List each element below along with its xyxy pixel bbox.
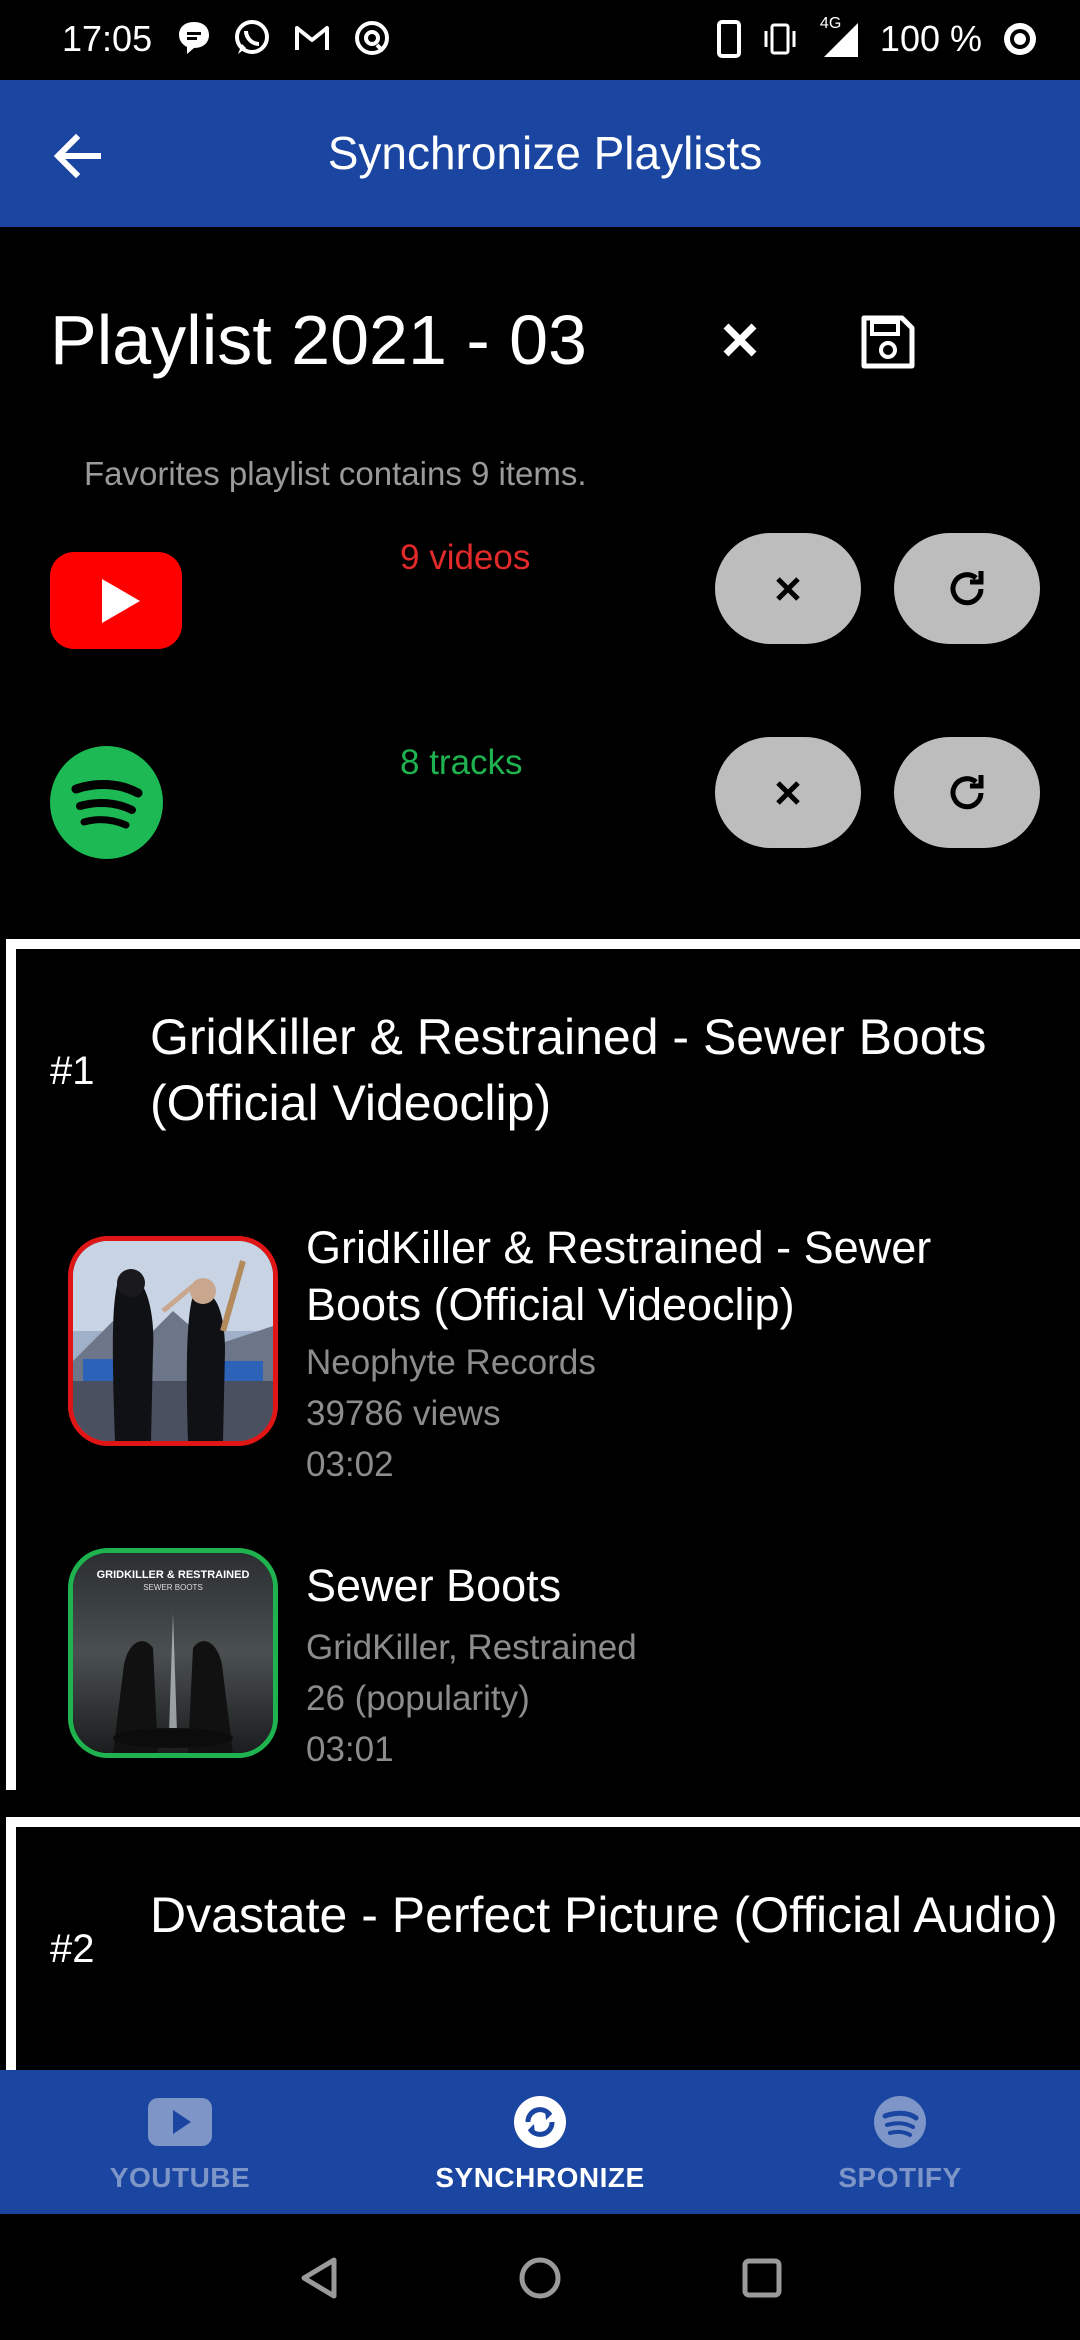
nav-spotify-label: SPOTIFY [838, 2162, 962, 2193]
close-icon [776, 780, 800, 805]
gmail-icon [295, 26, 329, 50]
cover-subtext: SEWER BOOTS [143, 1583, 203, 1592]
sync-item-card[interactable]: #1 GridKiller & Restrained - Sewer Boots… [6, 939, 1080, 1790]
page-title: Synchronize Playlists [327, 127, 763, 179]
youtube-refresh-button[interactable] [894, 533, 1040, 644]
item-title: Dvastate - Perfect Picture (Official Aud… [150, 1887, 1058, 1943]
bottom-navigation: YOUTUBE SYNCHRONIZE SPOTIFY [0, 2070, 1080, 2214]
cover-text: GRIDKILLER & RESTRAINED [96, 1569, 250, 1581]
youtube-views: 39786 views [306, 1394, 501, 1433]
youtube-logo-icon [50, 552, 182, 649]
recents-icon[interactable] [738, 2254, 786, 2302]
spotify-duration: 03:01 [306, 1730, 394, 1769]
refresh-icon [950, 570, 984, 605]
item-title: GridKiller & Restrained - Sewer Boots (O… [150, 1009, 987, 1131]
youtube-channel: Neophyte Records [306, 1343, 596, 1382]
youtube-icon [148, 2098, 212, 2146]
notification-icons [176, 18, 392, 58]
spotify-refresh-button[interactable] [894, 737, 1040, 848]
spotify-cover[interactable]: GRIDKILLER & RESTRAINED SEWER BOOTS [68, 1548, 278, 1758]
spotify-track-title: Sewer Boots [306, 1560, 562, 1611]
youtube-clear-button[interactable] [715, 533, 861, 644]
item-number: #1 [50, 1049, 95, 1093]
nav-synchronize-label: SYNCHRONIZE [435, 2162, 645, 2193]
youtube-duration: 03:02 [306, 1445, 394, 1484]
spotify-clear-button[interactable] [715, 737, 861, 848]
spotify-count: 8 tracks [400, 743, 523, 782]
youtube-thumbnail[interactable] [68, 1236, 278, 1446]
youtube-video-title: GridKiller & Restrained - Sewer Boots (O… [306, 1222, 932, 1330]
nav-youtube-label: YOUTUBE [109, 2162, 251, 2193]
system-navigation [0, 2214, 1080, 2340]
close-icon [776, 576, 800, 601]
sync-item-card[interactable]: #2 Dvastate - Perfect Picture (Official … [6, 1817, 1080, 2077]
nav-synchronize[interactable]: SYNCHRONIZE [360, 2070, 720, 2214]
status-bar: 17:05 4G 100 % [0, 0, 1080, 80]
back-icon[interactable] [296, 2254, 344, 2302]
spotify-artists: GridKiller, Restrained [306, 1628, 637, 1667]
favorites-info: Favorites playlist contains 9 items. [84, 455, 587, 492]
vibrate-icon [764, 23, 796, 55]
battery-level: 100 % [879, 18, 982, 59]
message-icon [179, 22, 209, 54]
target-icon [1004, 23, 1036, 55]
nav-youtube[interactable]: YOUTUBE [0, 2070, 360, 2214]
whatsapp-icon [235, 20, 269, 54]
playlist-title: Playlist 2021 - 03 [50, 301, 587, 379]
save-icon[interactable] [858, 312, 918, 372]
phone-icon [716, 20, 741, 58]
status-time: 17:05 [62, 18, 153, 59]
home-icon[interactable] [516, 2254, 564, 2302]
nav-spotify[interactable]: SPOTIFY [720, 2070, 1080, 2214]
signal-icon: 4G [818, 15, 862, 59]
sync-icon [355, 21, 389, 55]
synchronize-icon [514, 2096, 566, 2148]
spotify-popularity: 26 (popularity) [306, 1679, 530, 1718]
youtube-count: 9 videos [400, 538, 531, 577]
app-bar: Synchronize Playlists [0, 80, 1080, 227]
system-icons: 4G 100 % [716, 15, 1040, 60]
spotify-logo-icon [50, 746, 163, 859]
close-icon[interactable] [712, 312, 768, 368]
refresh-icon [950, 774, 984, 809]
item-number: #2 [50, 1927, 95, 1971]
spotify-icon [874, 2096, 926, 2148]
